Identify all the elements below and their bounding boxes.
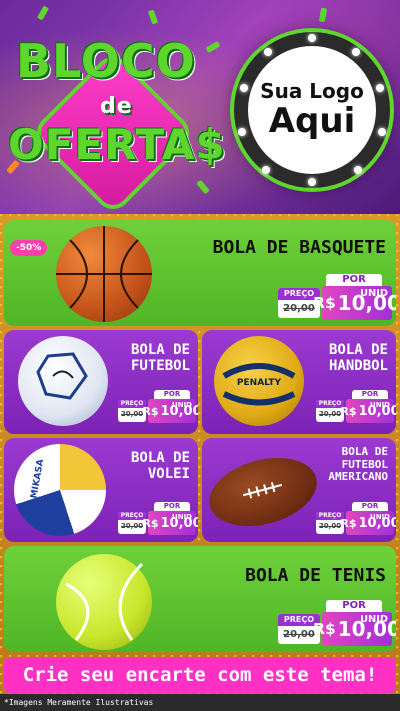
confetti-decoration [36,5,50,21]
currency-symbol: R$ [313,294,336,312]
new-price-box: R$ 10,00 UNID [340,511,396,535]
logo-text-line-2: Aqui [268,101,356,142]
product-name-line-1: BOLA DE [341,445,388,458]
product-name-line-2: HANDBOL [328,358,388,375]
currency-symbol: R$ [340,404,357,418]
unit-label: UNID [370,401,390,409]
currency-symbol: R$ [142,404,159,418]
product-name-line-3: AMERICANO [328,470,388,484]
tennis-ball-image [56,554,152,650]
new-price-box: R$ 10,00 UNID [142,511,198,535]
light-bulb-icon [240,84,248,92]
american-football-image [202,446,325,538]
title-line-3: OFERTA$ [8,120,226,169]
por-label: POR [326,274,382,286]
new-price-box: R$ 10,00 UNID [313,612,396,646]
product-card-handbol[interactable]: PENALTY BOLA DE HANDBOL POR PREÇO 20,00 … [202,330,396,434]
handball-image: PENALTY [214,336,304,426]
currency-symbol: R$ [142,516,159,530]
por-label: POR [352,502,388,511]
price-tag: POR PREÇO 20,00 R$ 10,00 UNID [118,502,198,536]
ball-brand-text: PENALTY [236,378,282,388]
unit-label: UNID [172,401,192,409]
unit-label: UNID [172,513,192,521]
product-name: BOLA DE FUTEBOL AMERICANO [328,445,388,484]
light-bulb-icon [262,166,270,174]
new-price-box: R$ 10,00 UNID [313,286,396,320]
currency-symbol: R$ [340,516,357,530]
por-label: POR [326,600,382,612]
price-tag: POR PREÇO 20,00 R$ 10,00 UNID [278,600,396,648]
price-tag: POR PREÇO 20,00 R$ 10,00 UNID [316,502,396,536]
cta-banner[interactable]: Crie seu encarte com este tema! [4,657,396,693]
currency-symbol: R$ [313,620,336,638]
product-name: BOLA DE HANDBOL [329,342,388,374]
header-banner: BLOCO de OFERTA$ Sua Logo Aqui [0,0,400,214]
ball-brand-text: MIKASA [29,458,47,500]
por-label: POR [352,390,388,399]
title-line-1: BLOCO [16,34,196,88]
product-card-futebol-americano[interactable]: BOLA DE FUTEBOL AMERICANO POR PREÇO 20,0… [202,438,396,542]
confetti-decoration [318,7,328,23]
light-bulb-icon [308,34,316,42]
basketball-image [56,226,152,322]
product-card-volei[interactable]: MIKASA BOLA DE VOLEI POR PREÇO 20,00 R$ … [4,438,198,542]
light-bulb-icon [378,128,386,136]
product-name-line-1: BOLA DE [130,450,190,466]
price-tag: POR PREÇO 20,00 R$ 10,00 UNID [316,390,396,424]
light-bulb-icon [376,84,384,92]
flyer-page: BLOCO de OFERTA$ Sua Logo Aqui -50% BOLA… [0,0,400,711]
logo-placeholder[interactable]: Sua Logo Aqui [234,32,390,188]
product-name-line-2: VOLEI [147,466,190,483]
disclaimer-text: *Imagens Meramente Ilustrativas [0,694,400,711]
unit-label: UNID [360,288,388,299]
volleyball-image: MIKASA [14,444,106,536]
light-bulb-icon [238,128,246,136]
new-price-box: R$ 10,00 UNID [142,399,198,423]
unit-label: UNID [370,513,390,521]
logo-text-area: Sua Logo Aqui [248,46,376,174]
logo-text-line-1: Sua Logo [260,79,364,104]
product-card-basquete[interactable]: -50% BOLA DE BASQUETE POR PREÇO 20,00 R$… [4,220,396,326]
light-bulb-icon [308,178,316,186]
price-tag: POR PREÇO 20,00 R$ 10,00 UNID [278,274,396,322]
new-price-box: R$ 10,00 UNID [340,399,396,423]
confetti-decoration [147,9,159,25]
product-name: BOLA DE BASQUETE [212,237,386,258]
product-card-tenis[interactable]: BOLA DE TENIS POR PREÇO 20,00 R$ 10,00 U… [4,546,396,652]
product-name: BOLA DE VOLEI [131,450,190,482]
product-card-futebol[interactable]: BOLA DE FUTEBOL POR PREÇO 20,00 R$ 10,00… [4,330,198,434]
product-name-line-1: BOLA DE [130,342,190,358]
light-bulb-icon [354,166,362,174]
soccer-ball-image [18,336,108,426]
light-bulb-icon [352,48,360,56]
unit-label: UNID [360,614,388,625]
por-label: POR [154,502,190,511]
product-name-line-2: FUTEBOL [130,358,190,375]
discount-badge: -50% [10,240,48,256]
price-tag: POR PREÇO 20,00 R$ 10,00 UNID [118,390,198,424]
por-label: POR [154,390,190,399]
title-line-2: de [100,94,133,119]
light-bulb-icon [264,48,272,56]
title-block: BLOCO de OFERTA$ [4,24,226,211]
product-name: BOLA DE TENIS [245,565,386,586]
product-name-line-1: BOLA DE [328,342,388,358]
product-name: BOLA DE FUTEBOL [131,342,190,374]
